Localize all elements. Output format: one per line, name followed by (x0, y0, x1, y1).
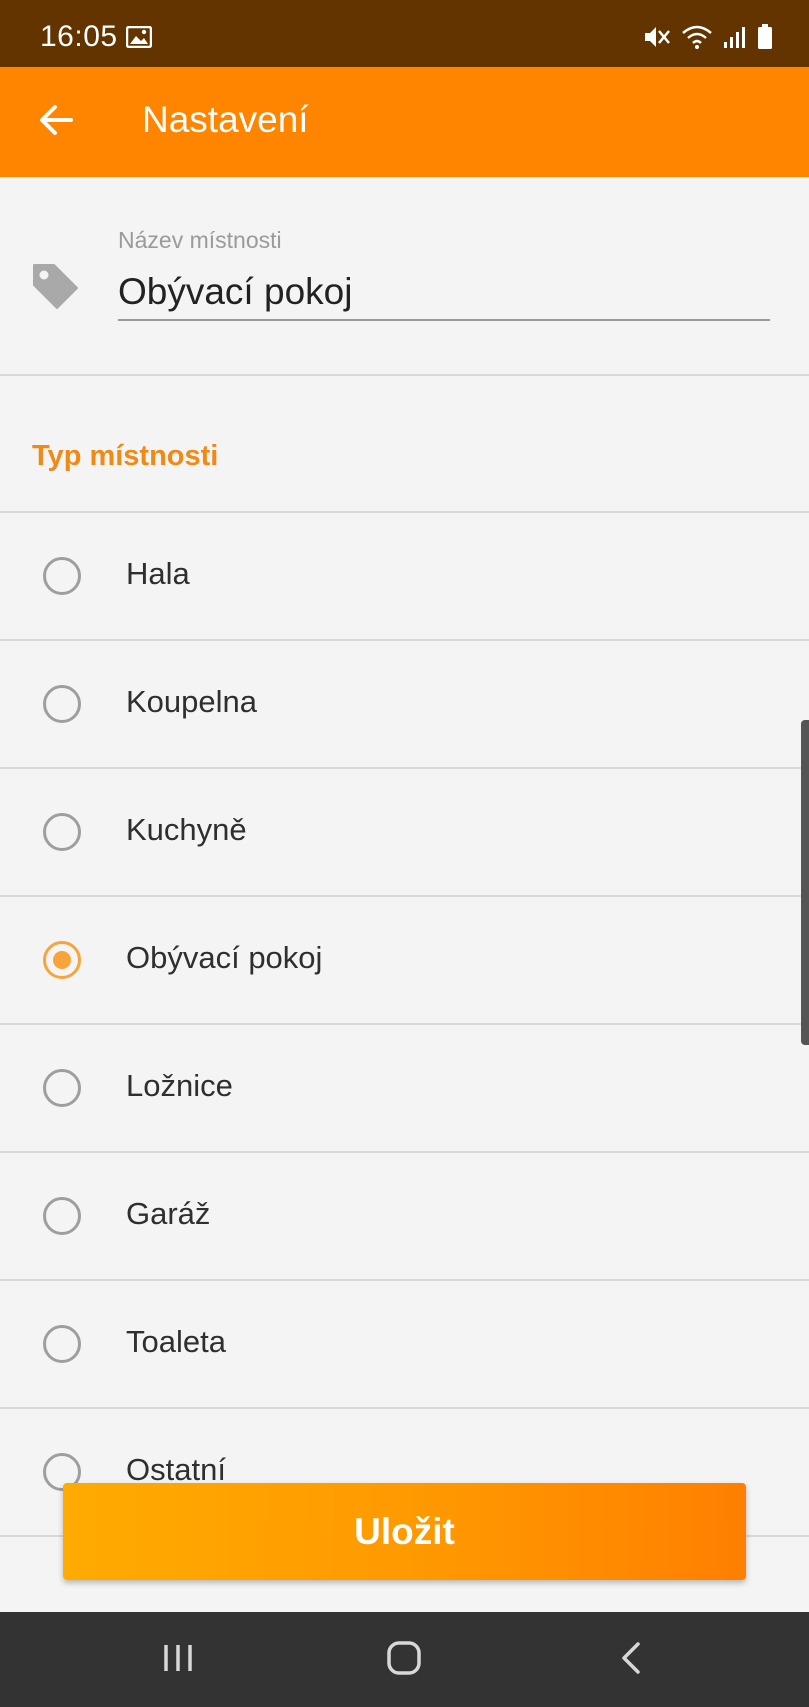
tag-icon (30, 261, 80, 316)
status-time: 16:05 (40, 20, 118, 53)
room-type-option-koupelna[interactable]: Koupelna (0, 641, 809, 769)
status-icons (643, 24, 773, 55)
radio-button[interactable] (43, 1069, 81, 1107)
option-label: Obývací pokoj (126, 940, 323, 975)
option-label: Toaleta (126, 1324, 226, 1359)
app-bar: Nastavení (0, 67, 809, 177)
room-name-input[interactable] (118, 264, 770, 321)
image-icon (125, 25, 153, 53)
room-type-option-toaleta[interactable]: Toaleta (0, 1281, 809, 1409)
system-nav-bar (0, 1612, 809, 1707)
battery-icon (757, 24, 773, 55)
scrollbar[interactable] (801, 720, 809, 1045)
radio-button[interactable] (43, 557, 81, 595)
mute-icon (643, 24, 671, 55)
recents-icon[interactable] (160, 1640, 196, 1681)
room-type-list: Hala Koupelna Kuchyně Obývací pokoj Ložn… (0, 511, 809, 1537)
nav-back-icon[interactable] (616, 1640, 646, 1681)
option-label: Ložnice (126, 1068, 233, 1103)
room-name-section: Název místnosti (0, 177, 809, 376)
room-type-header: Typ místnosti (32, 440, 219, 472)
home-icon[interactable] (385, 1640, 423, 1681)
option-label: Kuchyně (126, 812, 247, 847)
room-name-label: Název místnosti (118, 227, 282, 253)
room-type-option-loznice[interactable]: Ložnice (0, 1025, 809, 1153)
radio-button[interactable] (43, 813, 81, 851)
radio-button-selected[interactable] (43, 941, 81, 979)
save-button[interactable]: Uložit (63, 1483, 746, 1580)
status-bar: 16:05 (0, 0, 809, 67)
page-title: Nastavení (142, 99, 309, 140)
room-type-option-kuchyne[interactable]: Kuchyně (0, 769, 809, 897)
radio-button[interactable] (43, 1325, 81, 1363)
wifi-icon (681, 24, 713, 55)
option-label: Koupelna (126, 684, 258, 719)
signal-icon (723, 25, 747, 54)
option-label: Garáž (126, 1196, 211, 1231)
option-label: Hala (126, 556, 190, 591)
radio-button[interactable] (43, 1197, 81, 1235)
back-arrow-icon[interactable] (38, 102, 74, 143)
room-type-option-obyvaci-pokoj[interactable]: Obývací pokoj (0, 897, 809, 1025)
room-type-option-garaz[interactable]: Garáž (0, 1153, 809, 1281)
room-type-option-hala[interactable]: Hala (0, 513, 809, 641)
radio-button[interactable] (43, 685, 81, 723)
